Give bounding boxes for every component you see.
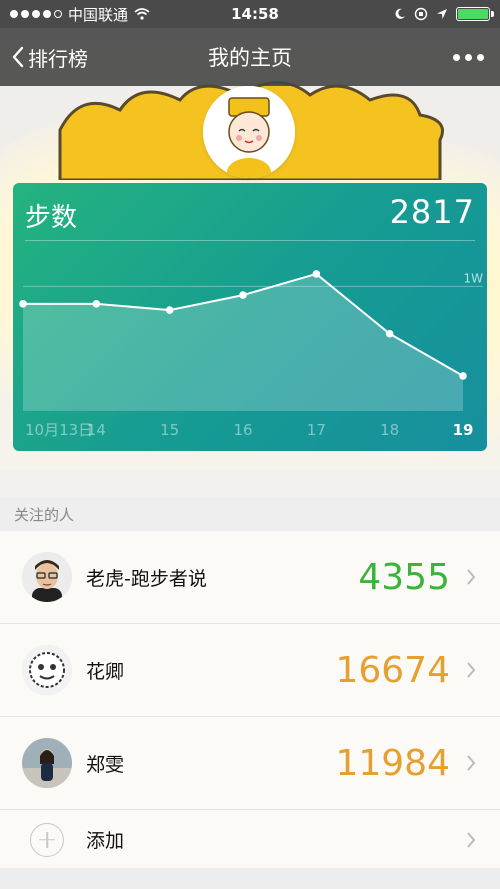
x-tick-label: 17 [307,421,326,439]
steps-chart-card[interactable]: 步数 2817 1W 10月13日 14 15 16 17 18 19 [13,183,487,451]
x-tick-label: 19 [453,421,474,439]
chevron-right-icon [467,569,476,585]
avatar [22,645,72,695]
data-point [165,306,174,314]
x-tick-label: 18 [380,421,399,439]
following-name: 郑雯 [86,753,125,776]
data-point [312,270,321,278]
data-point [19,300,27,308]
orientation-lock-icon [414,7,428,21]
profile-avatar[interactable] [203,86,295,178]
avatar [22,552,72,602]
chevron-right-icon [467,662,476,678]
data-point [459,372,467,380]
following-row-tiger[interactable]: 老虎-跑步者说 4355 [0,531,500,624]
add-icon [30,822,64,857]
x-tick-label: 14 [87,421,106,439]
moon-icon [395,8,405,19]
back-button[interactable]: 排行榜 [0,43,150,72]
following-steps: 11984 [335,742,450,784]
bottom-spacer [0,868,500,889]
data-point [239,291,247,299]
following-steps: 16674 [335,649,450,691]
x-tick-label: 15 [160,421,179,439]
steps-chart: 1W 10月13日14 15 16 17 18 19 [19,270,484,439]
add-following-row[interactable]: 添加 [0,810,500,870]
status-time: 14:58 [231,5,279,23]
following-row-huaqing[interactable]: 花卿 16674 [0,624,500,717]
wifi-icon [134,8,150,20]
location-icon [437,9,447,19]
following-section-header: 关注的人 [0,497,500,531]
battery-icon [456,7,494,21]
more-dots-icon [453,53,460,61]
x-tick-label: 10月13日 [25,421,93,439]
carrier-label: 中国联通 [68,5,129,24]
x-tick-label: 16 [233,421,252,439]
reference-line-label: 1W [464,271,484,285]
add-label: 添加 [86,830,125,852]
chevron-right-icon [467,755,476,771]
following-row-zhengwen[interactable]: 郑雯 11984 [0,717,500,810]
monk-avatar-icon [203,86,295,178]
nav-bar: 排行榜 我的主页 [0,28,500,86]
data-point [385,329,394,338]
signal-icon [10,10,62,18]
more-button[interactable] [350,53,500,61]
page-title: 我的主页 [208,46,292,70]
status-bar: 中国联通 14:58 [0,0,500,28]
following-list: 老虎-跑步者说 4355 花卿 16674 郑雯 11984 添加 [0,531,500,870]
back-label: 排行榜 [28,46,88,71]
chevron-left-icon [12,46,24,68]
following-steps: 4355 [358,556,450,598]
following-name: 花卿 [86,660,125,683]
avatar [22,738,72,788]
following-name: 老虎-跑步者说 [86,567,207,590]
chevron-right-icon [467,832,476,848]
data-point [92,300,101,308]
